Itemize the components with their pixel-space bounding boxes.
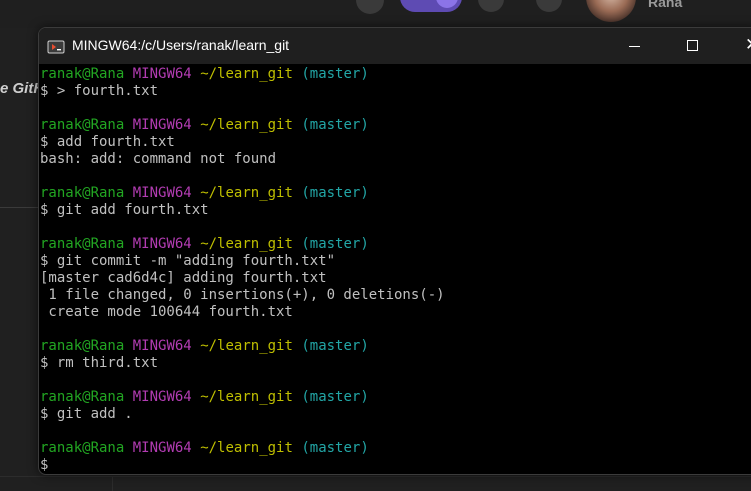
- window-title: MINGW64:/c/Users/ranak/learn_git: [72, 37, 290, 53]
- title-bar[interactable]: MINGW64:/c/Users/ranak/learn_git ✕: [39, 28, 751, 64]
- prompt-path: ~/learn_git: [200, 185, 293, 201]
- output-line: create mode 100644 fourth.txt: [40, 304, 293, 320]
- prompt-host: MINGW64: [132, 117, 192, 133]
- prompt-branch: (master): [301, 185, 369, 201]
- prompt-user: ranak@Rana: [40, 440, 125, 456]
- prompt-path: ~/learn_git: [200, 236, 293, 252]
- prompt-user: ranak@Rana: [40, 185, 125, 201]
- maximize-icon: [687, 40, 698, 51]
- desktop: Rana e GitH MINGW64:/c/Users/ranak/learn…: [0, 0, 751, 491]
- output-line: 1 file changed, 0 insertions(+), 0 delet…: [40, 287, 445, 303]
- prompt-line: ranak@Rana MINGW64 ~/learn_git (master): [40, 338, 751, 355]
- prompt-branch: (master): [301, 338, 369, 354]
- prompt-host: MINGW64: [132, 236, 192, 252]
- prompt-line: ranak@Rana MINGW64 ~/learn_git (master): [40, 66, 751, 83]
- background-username: Rana: [648, 0, 683, 10]
- background-toggle[interactable]: [400, 0, 462, 12]
- output-line: bash: add: command not found: [40, 151, 277, 167]
- background-top-bar: Rana: [0, 0, 751, 28]
- command-line: $ git add .: [40, 406, 133, 422]
- prompt-host: MINGW64: [132, 389, 192, 405]
- command-line: $ rm third.txt: [40, 355, 159, 371]
- command-line: $: [40, 457, 49, 473]
- prompt-branch: (master): [301, 440, 369, 456]
- prompt-host: MINGW64: [132, 185, 192, 201]
- prompt-line: ranak@Rana MINGW64 ~/learn_git (master): [40, 440, 751, 457]
- command-line: $ git commit -m "adding fourth.txt": [40, 253, 336, 269]
- prompt-path: ~/learn_git: [200, 389, 293, 405]
- prompt-user: ranak@Rana: [40, 236, 125, 252]
- prompt-branch: (master): [301, 66, 369, 82]
- terminal-window[interactable]: MINGW64:/c/Users/ranak/learn_git ✕ ranak…: [38, 27, 751, 475]
- background-icon[interactable]: [356, 0, 384, 14]
- prompt-user: ranak@Rana: [40, 338, 125, 354]
- toggle-knob: [436, 0, 458, 8]
- git-bash-icon: [47, 40, 65, 54]
- background-divider: [0, 207, 40, 208]
- prompt-line: ranak@Rana MINGW64 ~/learn_git (master): [40, 117, 751, 134]
- prompt-user: ranak@Rana: [40, 117, 125, 133]
- background-divider: [112, 476, 113, 491]
- prompt-line: ranak@Rana MINGW64 ~/learn_git (master): [40, 389, 751, 406]
- prompt-host: MINGW64: [132, 440, 192, 456]
- minimize-icon: [629, 46, 640, 47]
- command-line: $ add fourth.txt: [40, 134, 175, 150]
- prompt-path: ~/learn_git: [200, 338, 293, 354]
- notification-icon[interactable]: [478, 0, 504, 12]
- prompt-branch: (master): [301, 236, 369, 252]
- prompt-host: MINGW64: [132, 338, 192, 354]
- output-line: [master cad6d4c] adding fourth.txt: [40, 270, 327, 286]
- terminal-output[interactable]: ranak@Rana MINGW64 ~/learn_git (master) $…: [40, 66, 751, 474]
- chat-icon[interactable]: [536, 0, 562, 12]
- prompt-path: ~/learn_git: [200, 440, 293, 456]
- prompt-user: ranak@Rana: [40, 66, 125, 82]
- close-icon: ✕: [745, 35, 751, 55]
- prompt-branch: (master): [301, 117, 369, 133]
- maximize-button[interactable]: [669, 28, 715, 64]
- prompt-host: MINGW64: [132, 66, 192, 82]
- avatar[interactable]: [586, 0, 636, 22]
- prompt-path: ~/learn_git: [200, 66, 293, 82]
- minimize-button[interactable]: [611, 28, 657, 64]
- prompt-line: ranak@Rana MINGW64 ~/learn_git (master): [40, 185, 751, 202]
- prompt-path: ~/learn_git: [200, 117, 293, 133]
- prompt-user: ranak@Rana: [40, 389, 125, 405]
- close-button[interactable]: ✕: [727, 28, 751, 64]
- prompt-line: ranak@Rana MINGW64 ~/learn_git (master): [40, 236, 751, 253]
- command-line: $ > fourth.txt: [40, 83, 159, 99]
- command-line: $ git add fourth.txt: [40, 202, 209, 218]
- prompt-branch: (master): [301, 389, 369, 405]
